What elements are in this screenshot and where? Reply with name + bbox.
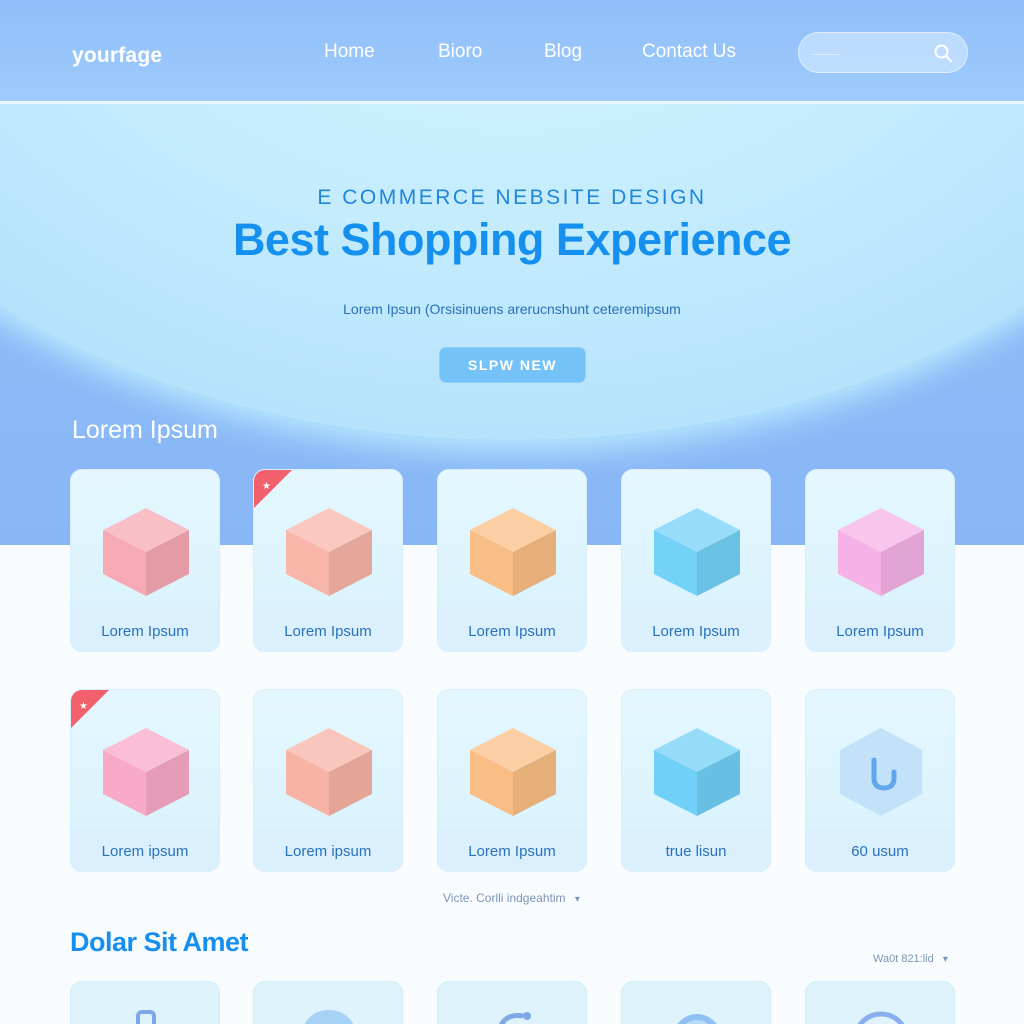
product-label: Lorem ipsum [101,843,189,860]
category-card[interactable] [437,981,587,1024]
hexagon-hook-icon [840,728,922,816]
product-label: Lorem Ipsum [101,623,189,640]
product-label: Lorem Ipsum [468,623,556,640]
hero-subline: Lorem Ipsun (Orsisinuens arerucnshunt ce… [343,301,681,317]
hero-eyebrow: E COMMERCE NEBSITE DESIGN [317,186,707,209]
chevron-down-icon: ▾ [942,954,948,965]
product-label: Lorem ipsum [284,843,372,860]
cube-icon [838,508,924,596]
svg-text:★: ★ [79,701,88,712]
product-card[interactable]: Lorem Ipsum [70,469,220,652]
ring-icon [857,1011,905,1024]
cube-icon [103,508,189,596]
product-card[interactable]: ★ Lorem Ipsum [253,469,403,652]
category-card[interactable] [805,981,955,1024]
search-input[interactable] [813,43,923,63]
refresh-icon [498,1012,531,1024]
nav-contact-us[interactable]: Contact Us [642,41,736,63]
products-section-title: Lorem Ipsum [72,416,218,444]
category-card[interactable] [621,981,771,1024]
category-card[interactable] [253,981,403,1024]
featured-badge-icon: ★ [254,470,292,508]
section2-title: Dolar Sit Amet [70,927,249,957]
nav-blog[interactable]: Blog [544,41,582,63]
product-card[interactable]: Lorem ipsum [253,689,403,872]
cube-icon [103,728,189,816]
product-card[interactable]: ★ Lorem ipsum [70,689,220,872]
svg-text:★: ★ [262,481,271,492]
product-card[interactable]: Lorem Ipsum [437,689,587,872]
product-card[interactable]: Lorem Ipsum [621,469,771,652]
product-label: true lisun [665,843,727,860]
chevron-down-icon: ▾ [574,894,580,905]
pagination-label: Victe. Corlli indgeahtim [443,891,566,905]
product-label: Lorem Ipsum [468,843,556,860]
cloud-icon [304,1010,354,1024]
shop-now-button[interactable]: SLPW NEW [439,347,586,383]
category-card[interactable] [70,981,220,1024]
cube-icon [286,508,372,596]
product-label: Lorem Ipsum [836,623,924,640]
featured-badge-icon: ★ [71,690,109,728]
cube-icon [654,508,740,596]
cube-icon [470,508,556,596]
cube-icon [654,728,740,816]
cube-icon [286,728,372,816]
sort-label: Wa0t 821:lid [873,953,934,965]
bag-icon [136,1010,156,1024]
product-card[interactable]: 60 usum [805,689,955,872]
product-label: Lorem Ipsum [652,623,740,640]
product-label: Lorem Ipsum [284,623,372,640]
pagination-control[interactable]: Victe. Corlli indgeahtim ▾ [443,891,580,905]
product-label: 60 usum [851,843,909,860]
hero-headline: Best Shopping Experience [232,214,792,265]
nav-bioro[interactable]: Bioro [438,41,482,63]
sort-dropdown[interactable]: Wa0t 821:lid ▾ [873,953,948,965]
globe-icon [677,1014,717,1024]
search-icon[interactable] [933,43,953,63]
product-card[interactable]: Lorem Ipsum [437,469,587,652]
product-card[interactable]: Lorem Ipsum [805,469,955,652]
cube-icon [470,728,556,816]
product-card[interactable]: true lisun [621,689,771,872]
nav-home[interactable]: Home [324,41,375,63]
site-header: yourfage Home Bioro Blog Contact Us [0,0,1024,104]
site-logo[interactable]: yourfage [72,44,162,68]
